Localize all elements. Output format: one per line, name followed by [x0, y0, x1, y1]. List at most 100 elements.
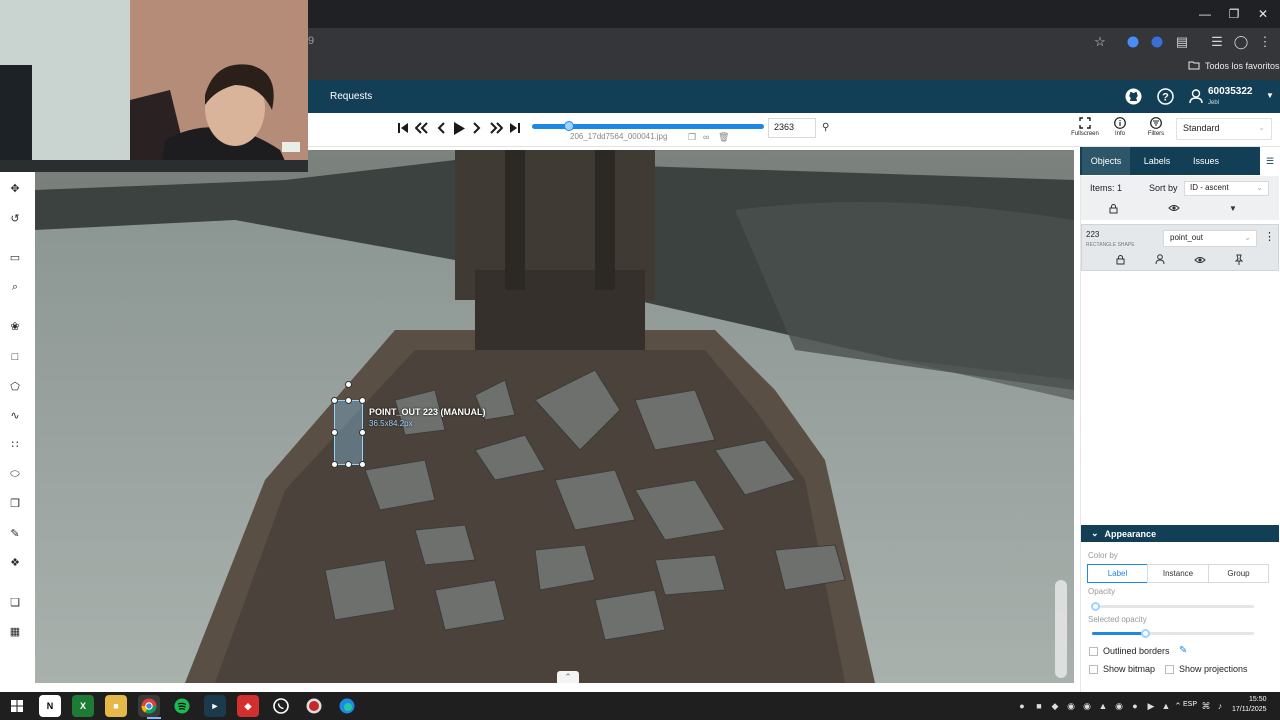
ellipse-icon[interactable]: ⬭: [0, 463, 30, 485]
points-icon[interactable]: ∷: [0, 433, 30, 455]
profile-icon[interactable]: ◯: [1230, 31, 1252, 53]
fast-backward-icon[interactable]: [413, 119, 431, 137]
user-icon[interactable]: [1189, 89, 1203, 107]
show-bitmap-checkbox[interactable]: [1089, 665, 1098, 674]
group-icon[interactable]: ▦: [0, 620, 30, 642]
resize-handle[interactable]: [345, 397, 352, 404]
lock-icon[interactable]: [1116, 255, 1125, 268]
media-icon[interactable]: ☰: [1206, 31, 1228, 53]
github-desktop-icon[interactable]: [303, 695, 325, 717]
resize-handle[interactable]: [331, 461, 338, 468]
zoom-region-icon[interactable]: ⌕: [0, 276, 30, 298]
collapse-sidebar-icon[interactable]: ☰: [1260, 147, 1280, 175]
opacity-slider[interactable]: [1092, 605, 1254, 608]
object-menu-icon[interactable]: ⋮: [1264, 230, 1275, 243]
kebab-menu-icon[interactable]: ⋮: [1254, 31, 1276, 53]
user-id[interactable]: 60035322: [1208, 86, 1253, 97]
tab-objects[interactable]: Objects: [1082, 147, 1130, 175]
frame-slider-handle[interactable]: [564, 121, 574, 131]
rotation-handle[interactable]: [345, 381, 352, 388]
resize-handle[interactable]: [359, 429, 366, 436]
outlined-borders-checkbox[interactable]: [1089, 647, 1098, 656]
fullscreen-button[interactable]: Fullscreen: [1070, 117, 1100, 137]
tray-icon[interactable]: ●: [1016, 700, 1028, 712]
volume-icon[interactable]: ♪: [1214, 700, 1226, 712]
fit-image-icon[interactable]: ▭: [0, 246, 30, 268]
tray-icon[interactable]: ◉: [1081, 700, 1093, 712]
polyline-icon[interactable]: ∿: [0, 404, 30, 426]
spotify-icon[interactable]: [171, 695, 193, 717]
person-icon[interactable]: [1155, 254, 1165, 268]
eye-icon[interactable]: [1168, 203, 1180, 216]
last-frame-icon[interactable]: [506, 119, 524, 137]
tab-issues[interactable]: Issues: [1184, 147, 1228, 175]
delete-frame-icon[interactable]: 🗑: [718, 132, 729, 143]
link-icon[interactable]: ∞: [703, 132, 709, 142]
requests-link[interactable]: Requests: [330, 91, 372, 102]
notion-icon[interactable]: N: [39, 695, 61, 717]
info-button[interactable]: Info: [1108, 117, 1132, 137]
resize-handle[interactable]: [331, 429, 338, 436]
filters-button[interactable]: Filters: [1144, 117, 1168, 137]
tray-icon[interactable]: ◆: [1049, 700, 1061, 712]
whatsapp-icon[interactable]: [270, 695, 292, 717]
pin-icon[interactable]: [1234, 254, 1244, 268]
move-icon[interactable]: ✥: [0, 177, 30, 199]
previous-frame-icon[interactable]: [432, 119, 450, 137]
play-icon[interactable]: [450, 119, 468, 137]
first-frame-icon[interactable]: [394, 119, 412, 137]
zoom-slider[interactable]: [1055, 580, 1067, 678]
address-bar[interactable]: 9: [308, 35, 314, 47]
close-icon[interactable]: ✕: [1246, 0, 1280, 28]
resize-handle[interactable]: [359, 461, 366, 468]
polygon-icon[interactable]: ⬠: [0, 375, 30, 397]
copy-icon[interactable]: ❐: [688, 132, 696, 143]
fast-forward-icon[interactable]: [487, 119, 505, 137]
color-by-group-option[interactable]: Group: [1208, 564, 1269, 583]
eye-icon[interactable]: [1194, 255, 1206, 268]
appearance-header[interactable]: ⌄ Appearance: [1081, 525, 1279, 542]
microphone-icon[interactable]: ▲: [1160, 700, 1172, 712]
brush-icon[interactable]: ✎: [0, 522, 30, 544]
resize-handle[interactable]: [331, 397, 338, 404]
annotation-canvas[interactable]: [35, 150, 1074, 683]
windows-start-icon[interactable]: [6, 695, 28, 717]
tag-icon[interactable]: ❖: [0, 551, 30, 573]
cuboid-icon[interactable]: ❒: [0, 492, 30, 514]
anydesk-icon[interactable]: ◆: [237, 695, 259, 717]
workspace-select[interactable]: Standard ⌄: [1176, 118, 1272, 140]
search-icon[interactable]: ⚲: [822, 122, 829, 133]
chevron-down-icon[interactable]: ▼: [1266, 91, 1274, 100]
wifi-icon[interactable]: ⌘: [1200, 700, 1212, 712]
frame-number-input[interactable]: 2363: [768, 118, 816, 138]
tray-icon[interactable]: ◉: [1065, 700, 1077, 712]
tray-icon[interactable]: ■: [1033, 700, 1045, 712]
resize-handle[interactable]: [359, 397, 366, 404]
pencil-icon[interactable]: ✎: [1179, 645, 1187, 656]
puzzle-icon[interactable]: ▤: [1171, 31, 1193, 53]
ai-tools-icon[interactable]: ❀: [0, 315, 30, 337]
file-explorer-icon[interactable]: ■: [105, 695, 127, 717]
system-clock[interactable]: 15:50 17/11/2025: [1232, 695, 1267, 715]
all-favorites[interactable]: Todos los favoritos: [1188, 60, 1280, 72]
tab-labels[interactable]: Labels: [1132, 147, 1182, 175]
extension-icon[interactable]: [1146, 31, 1168, 53]
undo-icon[interactable]: ↺: [0, 207, 30, 229]
tray-icon[interactable]: ▲: [1097, 700, 1109, 712]
lock-all-icon[interactable]: [1109, 204, 1118, 216]
rectangle-icon[interactable]: □: [0, 346, 30, 368]
help-icon[interactable]: ?: [1157, 88, 1174, 108]
chrome-icon[interactable]: [138, 695, 160, 717]
expand-all-icon[interactable]: ▼: [1229, 204, 1237, 213]
color-by-instance-option[interactable]: Instance: [1147, 564, 1209, 583]
tray-icon[interactable]: ▶: [1145, 700, 1157, 712]
app-icon[interactable]: ►: [204, 695, 226, 717]
github-icon[interactable]: [1125, 88, 1142, 108]
extension-icon[interactable]: [1122, 31, 1144, 53]
chevron-up-icon[interactable]: ⌃: [557, 671, 579, 683]
keyboard-language[interactable]: ESP: [1183, 701, 1197, 708]
tray-icon[interactable]: ●: [1129, 700, 1141, 712]
resize-handle[interactable]: [345, 461, 352, 468]
excel-icon[interactable]: X: [72, 695, 94, 717]
bookmark-star-icon[interactable]: ☆: [1089, 31, 1111, 53]
